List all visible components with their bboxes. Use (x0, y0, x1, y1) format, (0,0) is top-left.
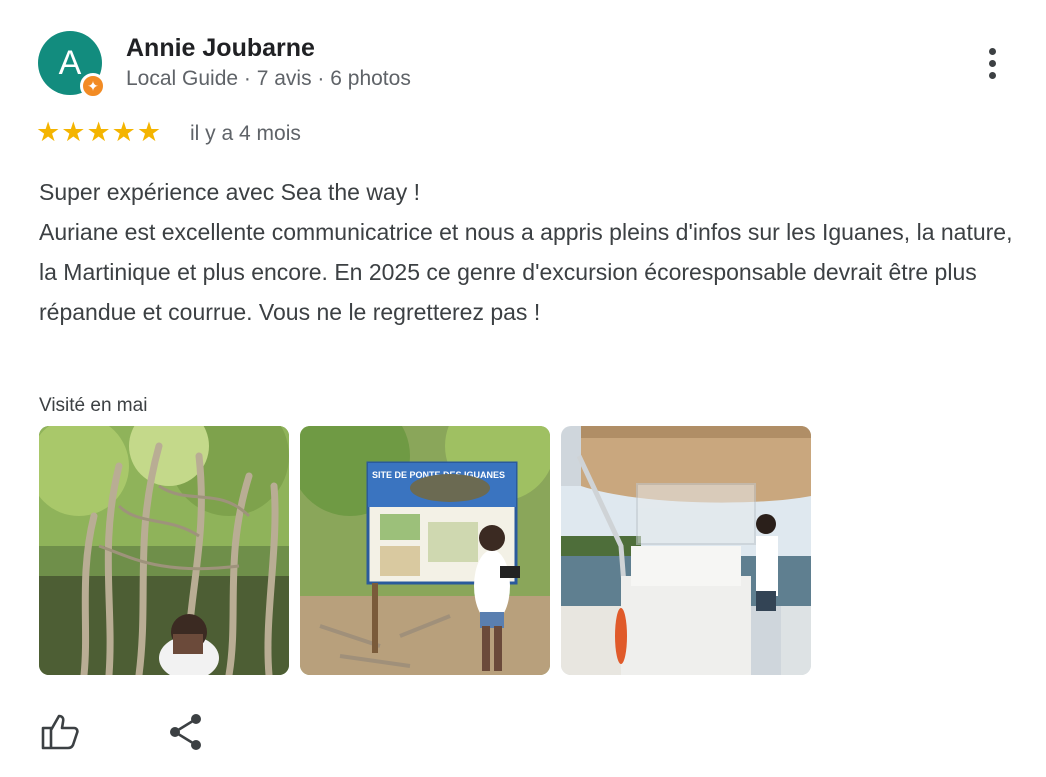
photo-iguana-sign[interactable]: SITE DE PONTE DES IGUANES (300, 426, 550, 675)
star-icon: ★ (136, 117, 162, 147)
photo-banyan-tree[interactable] (39, 426, 289, 675)
avatar[interactable]: A ✦ (38, 31, 106, 99)
avatar-letter: A (58, 44, 82, 82)
star-icon: ★ (111, 117, 136, 147)
star-rating: ★★★★★ (36, 117, 162, 148)
author-meta: Local Guide · 7 avis · 6 photos (126, 67, 411, 90)
star-icon: ★ (36, 117, 61, 147)
visited-label: Visité en mai (39, 395, 148, 416)
review-text: Super expérience avec Sea the way ! Auri… (39, 172, 1029, 332)
share-icon[interactable] (164, 710, 208, 754)
star-icon: ★ (61, 117, 86, 147)
author-name[interactable]: Annie Joubarne (126, 34, 315, 63)
more-vert-icon[interactable] (978, 44, 1006, 82)
local-guide-badge-icon: ✦ (80, 73, 106, 99)
star-icon: ★ (86, 117, 111, 147)
photo-boat[interactable] (561, 426, 811, 675)
review-line: Super expérience avec Sea the way ! (39, 179, 421, 205)
thumbs-up-icon[interactable] (38, 710, 82, 754)
review-time: il y a 4 mois (190, 122, 301, 145)
review-line: Auriane est excellente communicatrice et… (39, 219, 1013, 325)
